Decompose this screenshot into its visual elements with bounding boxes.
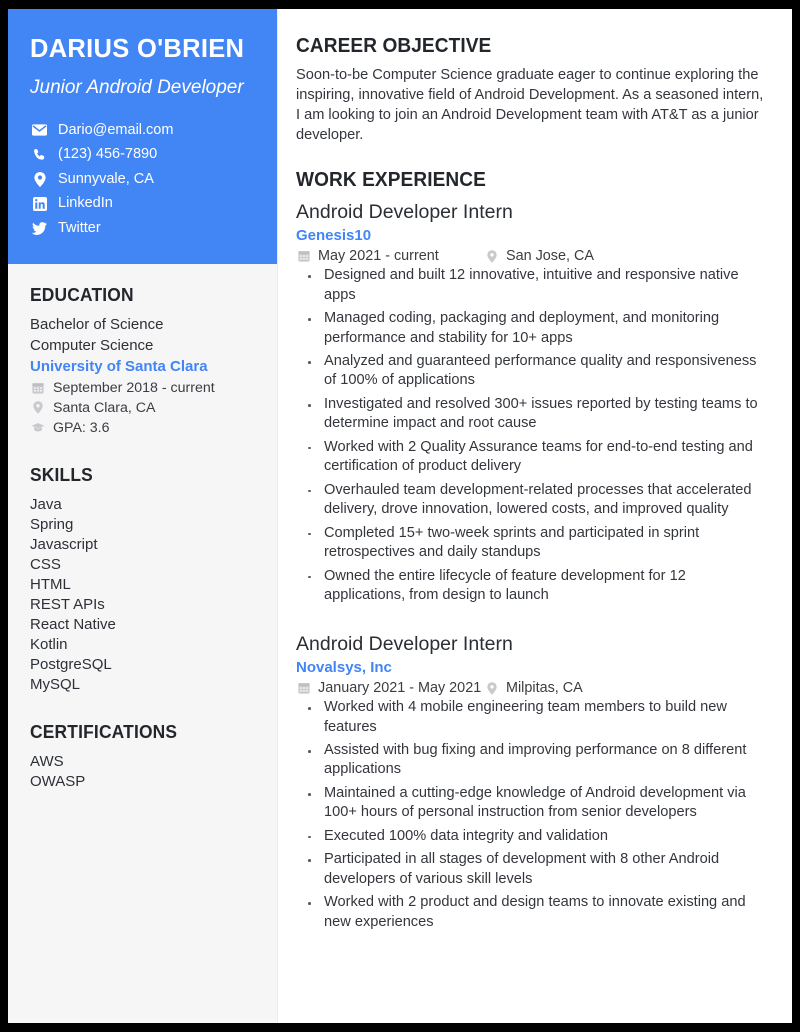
list-item: Java [30,496,62,513]
map-pin-icon [30,401,46,415]
list-item: REST APIs [30,596,105,614]
contact-phone-text: (123) 456-7890 [58,146,158,163]
list-item: Executed 100% data integrity and validat… [296,827,770,846]
job-location-text: San Jose, CA [506,248,594,265]
linkedin-icon [30,196,49,211]
calendar-icon [296,250,311,262]
job-location: Milpitas, CA [484,680,583,696]
header-banner: DARIUS O'BRIEN Junior Android Developer … [8,9,277,265]
list-item: Javascript [30,536,98,554]
job-company: Novalsys, Inc [296,658,392,676]
list-item: Assisted with bug fixing and improving p… [296,741,770,780]
job-meta: May 2021 - current San Jose, CA [296,248,770,264]
list-item: Completed 15+ two-week sprints and parti… [296,524,770,563]
list-item: Worked with 2 product and design teams t… [296,893,770,932]
list-item: Worked with 2 Quality Assurance teams fo… [296,438,770,477]
list-item: Managed coding, packaging and deployment… [296,309,770,348]
education-field: Computer Science [30,337,154,355]
education-school: University of Santa Clara [30,357,208,375]
job-dates: May 2021 - current [296,248,484,264]
contact-email-text: Dario@email.com [58,121,174,138]
list-item: Investigated and resolved 300+ issues re… [296,395,770,434]
contact-list: Dario@email.com (123) 456-7890 Sunnyvale… [30,120,255,239]
twitter-icon [30,222,49,235]
list-item: Spring [30,516,74,534]
map-pin-icon [484,681,499,695]
work-experience-heading: WORK EXPERIENCE [296,167,486,191]
career-objective-heading: CAREER OBJECTIVE [296,34,492,57]
list-item: Owned the entire lifecycle of feature de… [296,567,770,606]
certifications-section: CERTIFICATIONS AWS OWASP [30,721,255,792]
education-dates-text: September 2018 - current [53,379,215,396]
job-title: Android Developer Intern [296,632,513,655]
contact-location-text: Sunnyvale, CA [58,170,154,187]
calendar-icon [30,382,46,394]
education-section: EDUCATION Bachelor of Science Computer S… [30,284,255,438]
job-dates: January 2021 - May 2021 [296,680,484,696]
list-item: AWS [30,753,64,771]
job-separator [296,610,770,632]
map-pin-icon [30,171,49,187]
job-dates-text: January 2021 - May 2021 [318,680,482,697]
education-location-text: Santa Clara, CA [53,399,156,416]
sidebar-body: EDUCATION Bachelor of Science Computer S… [8,264,277,792]
graduation-cap-icon [30,422,46,433]
education-gpa: GPA: 3.6 [30,418,255,438]
list-item: Analyzed and guaranteed performance qual… [296,352,770,391]
list-item: CSS [30,556,61,574]
list-item: PostgreSQL [30,656,112,674]
contact-linkedin-text: LinkedIn [58,195,113,212]
list-item: Overhauled team development-related proc… [296,481,770,520]
list-item: Kotlin [30,636,68,654]
contact-twitter-text: Twitter [58,219,101,236]
job-location: San Jose, CA [484,248,594,264]
candidate-job-title: Junior Android Developer [30,76,244,98]
contact-phone[interactable]: (123) 456-7890 [30,144,255,165]
calendar-icon [296,682,311,694]
envelope-icon [30,124,49,137]
job-location-text: Milpitas, CA [506,680,583,697]
contact-twitter[interactable]: Twitter [30,218,255,239]
phone-icon [30,148,49,162]
list-item: HTML [30,576,71,594]
main-content: CAREER OBJECTIVE Soon-to-be Computer Sci… [278,9,792,1023]
list-item: React Native [30,616,116,634]
skills-list: Java Spring Javascript CSS HTML REST API… [30,495,255,695]
education-gpa-text: GPA: 3.6 [53,419,110,436]
candidate-name: DARIUS O'BRIEN [30,35,245,63]
job-entry: Android Developer Intern Novalsys, Inc J… [296,632,770,933]
sidebar: DARIUS O'BRIEN Junior Android Developer … [8,9,278,1023]
list-item: Worked with 4 mobile engineering team me… [296,698,770,737]
job-bullets: Worked with 4 mobile engineering team me… [296,698,770,932]
contact-linkedin[interactable]: LinkedIn [30,193,255,214]
list-item: OWASP [30,773,86,791]
career-objective-section: CAREER OBJECTIVE Soon-to-be Computer Sci… [296,34,770,146]
career-objective-text: Soon-to-be Computer Science graduate eag… [296,67,764,143]
job-entry: Android Developer Intern Genesis10 May 2… [296,200,770,606]
certifications-heading: CERTIFICATIONS [30,721,178,743]
education-degree: Bachelor of Science [30,316,164,334]
resume-page: DARIUS O'BRIEN Junior Android Developer … [8,9,792,1023]
contact-location: Sunnyvale, CA [30,169,255,190]
job-bullets: Designed and built 12 innovative, intuit… [296,266,770,606]
job-title: Android Developer Intern [296,200,513,223]
contact-email[interactable]: Dario@email.com [30,120,255,141]
education-dates: September 2018 - current [30,378,255,398]
list-item: MySQL [30,676,81,694]
education-location: Santa Clara, CA [30,398,255,418]
work-experience-section: WORK EXPERIENCE Android Developer Intern… [296,168,770,933]
certifications-list: AWS OWASP [30,752,255,792]
list-item: Participated in all stages of developmen… [296,850,770,889]
job-company: Genesis10 [296,226,372,244]
list-item: Designed and built 12 innovative, intuit… [296,266,770,305]
skills-section: SKILLS Java Spring Javascript CSS HTML R… [30,464,255,695]
skills-heading: SKILLS [30,464,93,485]
map-pin-icon [484,249,499,263]
job-dates-text: May 2021 - current [318,248,439,265]
list-item: Maintained a cutting-edge knowledge of A… [296,784,770,823]
education-heading: EDUCATION [30,284,134,306]
job-meta: January 2021 - May 2021 Milpitas, CA [296,680,770,696]
